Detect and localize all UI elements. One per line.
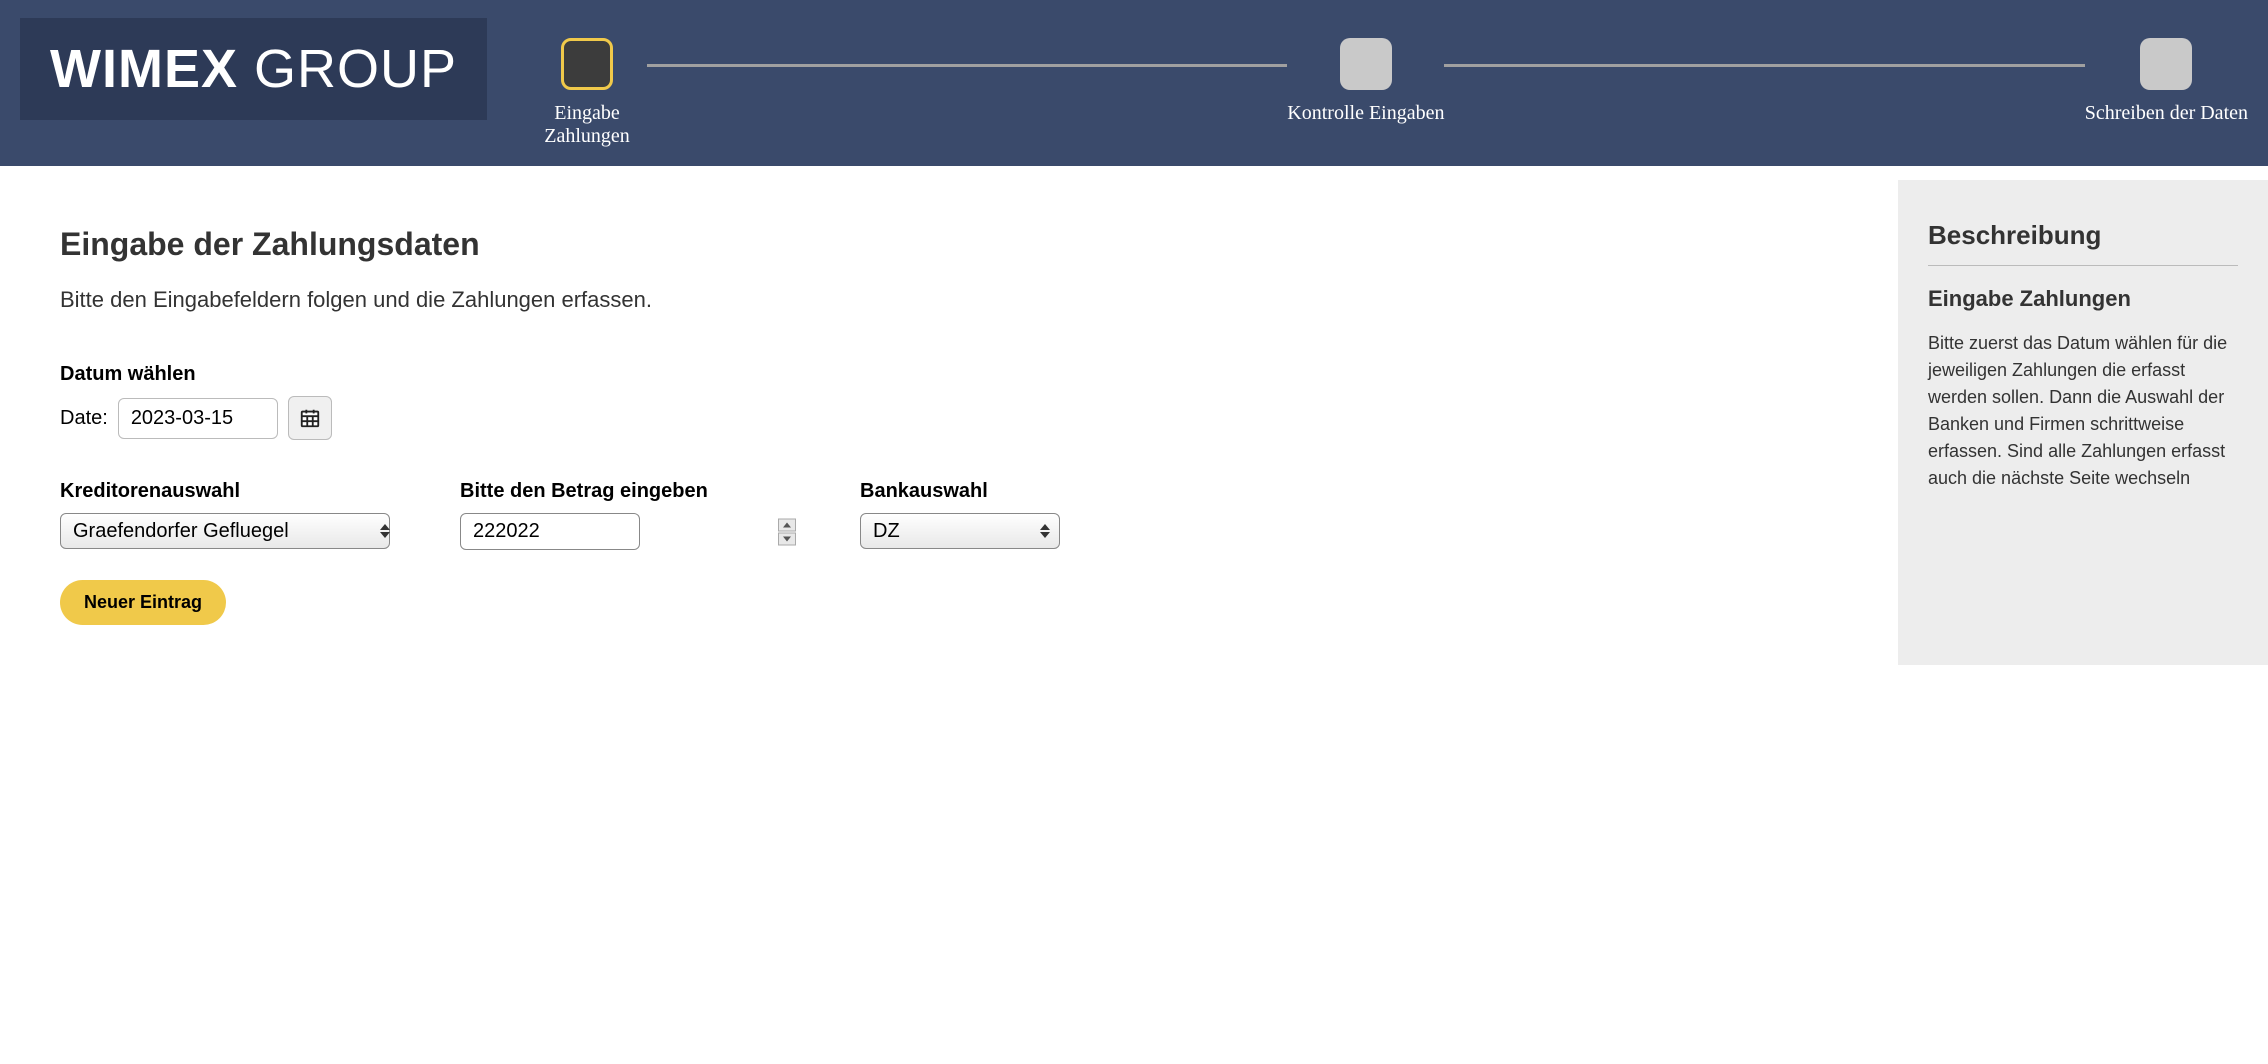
step-box — [1340, 38, 1392, 90]
step-label: Kontrolle Eingaben — [1287, 102, 1444, 125]
header: WIMEX GROUP Eingabe Zahlungen Kontrolle … — [0, 0, 2268, 166]
bank-select-wrapper: DZ — [860, 513, 1060, 549]
main-content: Eingabe der Zahlungsdaten Bitte den Eing… — [0, 166, 1898, 665]
creditor-select[interactable]: Graefendorfer Gefluegel — [60, 513, 390, 549]
step-connector — [1444, 64, 2084, 67]
creditor-label: Kreditorenauswahl — [60, 480, 400, 503]
step-connector — [647, 64, 1287, 67]
logo-text: WIMEX GROUP — [50, 39, 457, 99]
date-input[interactable] — [118, 398, 278, 439]
step-kontrolle-eingaben[interactable]: Kontrolle Eingaben — [1287, 38, 1444, 125]
new-entry-button[interactable]: Neuer Eintrag — [60, 580, 226, 625]
amount-input[interactable] — [460, 513, 640, 550]
bank-select[interactable]: DZ — [860, 513, 1060, 549]
calendar-button[interactable] — [288, 396, 332, 440]
logo: WIMEX GROUP — [20, 18, 487, 120]
step-label: Eingabe Zahlungen — [527, 102, 647, 148]
sidebar-title: Beschreibung — [1928, 220, 2238, 266]
sidebar-text: Bitte zuerst das Datum wählen für die je… — [1928, 330, 2238, 492]
date-row: Date: — [60, 396, 1878, 440]
step-eingabe-zahlungen[interactable]: Eingabe Zahlungen — [527, 38, 647, 148]
page-subtitle: Bitte den Eingabefeldern folgen und die … — [60, 287, 1878, 313]
date-prefix: Date: — [60, 407, 108, 430]
content-wrapper: Eingabe der Zahlungsdaten Bitte den Eing… — [0, 166, 2268, 665]
amount-field-group: Bitte den Betrag eingeben — [460, 480, 800, 550]
step-label: Schreiben der Daten — [2085, 102, 2248, 125]
form-row: Kreditorenauswahl Graefendorfer Gefluege… — [60, 480, 1878, 550]
date-label: Datum wählen — [60, 363, 1878, 386]
logo-light: GROUP — [254, 39, 457, 99]
spinner-arrows-icon — [778, 518, 796, 545]
calendar-icon — [299, 407, 321, 429]
sidebar-subtitle: Eingabe Zahlungen — [1928, 286, 2238, 312]
step-box — [2140, 38, 2192, 90]
creditor-field-group: Kreditorenauswahl Graefendorfer Gefluege… — [60, 480, 400, 550]
page-title: Eingabe der Zahlungsdaten — [60, 226, 1878, 263]
date-field-group: Datum wählen Date: — [60, 363, 1878, 440]
step-schreiben-der-daten[interactable]: Schreiben der Daten — [2085, 38, 2248, 125]
sidebar: Beschreibung Eingabe Zahlungen Bitte zue… — [1898, 180, 2268, 665]
amount-input-wrapper — [460, 513, 800, 550]
bank-field-group: Bankauswahl DZ — [860, 480, 1060, 550]
step-box-active — [561, 38, 613, 90]
stepper: Eingabe Zahlungen Kontrolle Eingaben Sch… — [527, 18, 2248, 148]
amount-label: Bitte den Betrag eingeben — [460, 480, 800, 503]
logo-bold: WIMEX — [50, 39, 238, 99]
bank-label: Bankauswahl — [860, 480, 1060, 503]
creditor-select-wrapper: Graefendorfer Gefluegel — [60, 513, 400, 549]
